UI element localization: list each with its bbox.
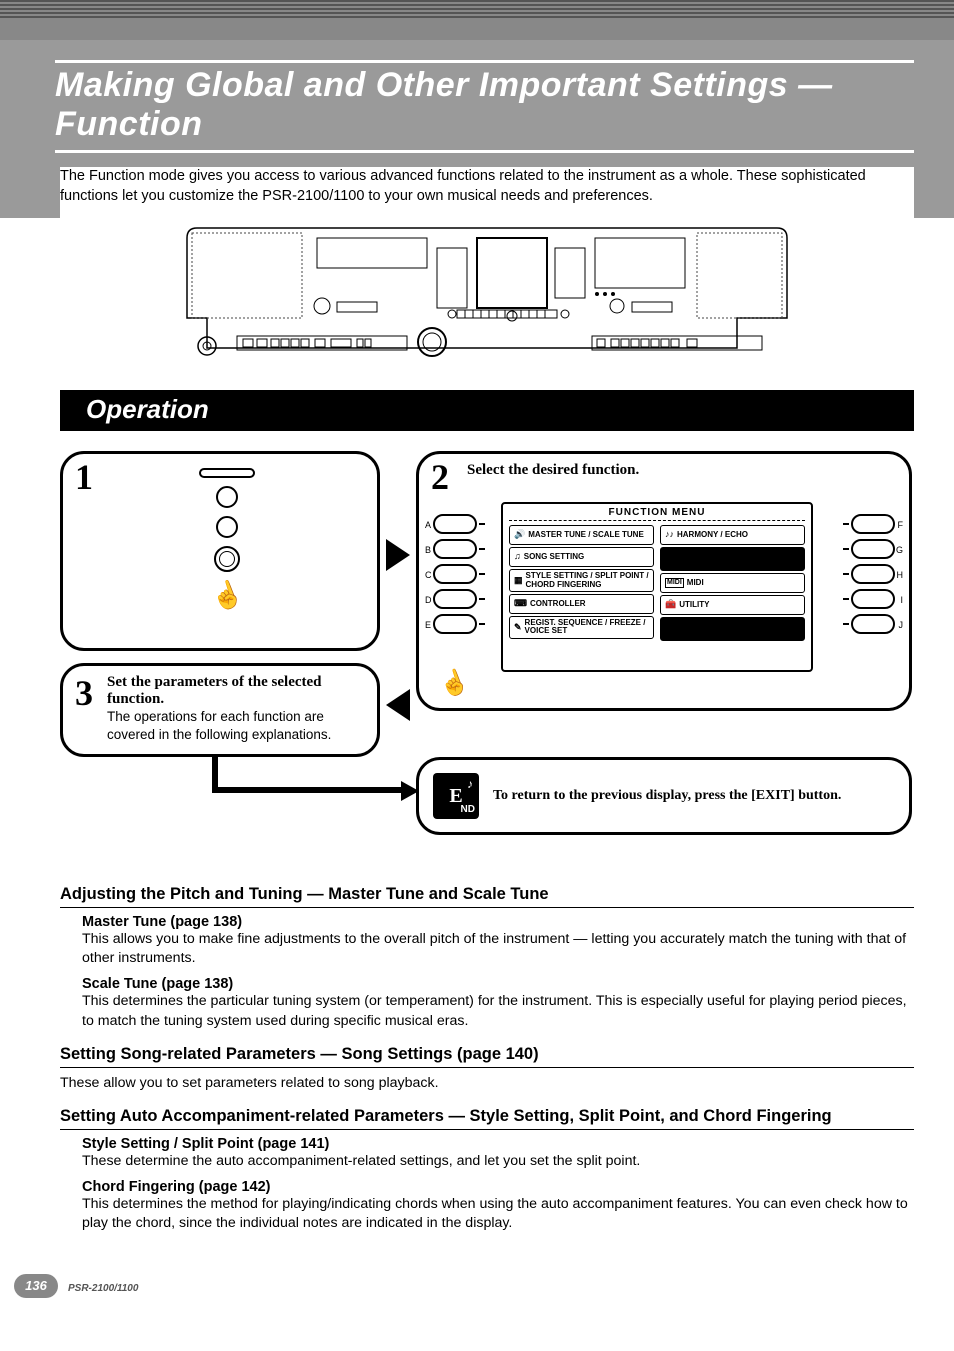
press-finger-icon: ☝ bbox=[206, 576, 247, 616]
section-accomp-heading: Setting Auto Accompaniment-related Param… bbox=[60, 1107, 914, 1130]
step-3-body: The operations for each function are cov… bbox=[107, 708, 363, 744]
right-side-buttons: F G H I J bbox=[851, 514, 895, 634]
section-pitch-heading: Adjusting the Pitch and Tuning — Master … bbox=[60, 885, 914, 908]
menu-regist-sequence: ✎REGIST. SEQUENCE / FREEZE / VOICE SET bbox=[509, 616, 654, 639]
menu-controller: ⌨CONTROLLER bbox=[509, 594, 654, 614]
intro-paragraph: The Function mode gives you access to va… bbox=[60, 167, 914, 218]
side-button-d: D bbox=[433, 589, 477, 609]
model-name: PSR-2100/1100 bbox=[68, 1283, 138, 1294]
content-sections: Adjusting the Pitch and Tuning — Master … bbox=[60, 885, 914, 1233]
subsection-style-body: These determine the auto accompaniment-r… bbox=[82, 1152, 914, 1171]
side-button-j: J bbox=[851, 614, 895, 634]
menu-utility: 🧰UTILITY bbox=[660, 595, 805, 615]
header-stripes bbox=[0, 0, 954, 40]
function-button-icon bbox=[214, 546, 240, 572]
menu-style-setting: ▦STYLE SETTING / SPLIT POINT / CHORD FIN… bbox=[509, 569, 654, 592]
subsection-scale-tune-heading: Scale Tune (page 138) bbox=[82, 976, 914, 992]
menu-master-tune: 🔊MASTER TUNE / SCALE TUNE bbox=[509, 525, 654, 545]
side-button-e: E bbox=[433, 614, 477, 634]
section-song-body: These allow you to set parameters relate… bbox=[60, 1074, 914, 1093]
end-text: To return to the previous display, press… bbox=[493, 787, 841, 805]
page-number: 136 bbox=[14, 1274, 58, 1298]
end-box: E ♪ ND To return to the previous display… bbox=[416, 757, 912, 835]
step-3-box: 3 Set the parameters of the selected fun… bbox=[60, 663, 380, 757]
operation-flow: 1 ☝ 2 Select the desired function. A B C… bbox=[60, 451, 914, 871]
press-finger-icon: ☝ bbox=[435, 665, 473, 702]
menu-empty bbox=[660, 617, 805, 641]
screen-title: FUNCTION MENU bbox=[509, 504, 805, 521]
step-3-title: Set the parameters of the selected funct… bbox=[107, 674, 363, 708]
subsection-master-tune-body: This allows you to make fine adjustments… bbox=[82, 930, 914, 968]
page-title: Making Global and Other Important Settin… bbox=[55, 60, 914, 153]
panel-button-circle-icon bbox=[216, 486, 238, 508]
subsection-chord-body: This determines the method for playing/i… bbox=[82, 1195, 914, 1233]
side-button-c: C bbox=[433, 564, 477, 584]
step-2-box: 2 Select the desired function. A B C D E… bbox=[416, 451, 912, 711]
subsection-master-tune-heading: Master Tune (page 138) bbox=[82, 914, 914, 930]
menu-midi: MIDIMIDI bbox=[660, 573, 805, 593]
arrow-right-icon bbox=[386, 539, 410, 571]
menu-harmony-echo: ♪♪HARMONY / ECHO bbox=[660, 525, 805, 545]
menu-empty bbox=[660, 547, 805, 571]
side-button-f: F bbox=[851, 514, 895, 534]
title-band: Making Global and Other Important Settin… bbox=[0, 40, 954, 218]
side-button-g: G bbox=[851, 539, 895, 559]
step-2-title: Select the desired function. bbox=[467, 462, 895, 479]
side-button-i: I bbox=[851, 589, 895, 609]
panel-button-circle-icon bbox=[216, 516, 238, 538]
panel-button-rect-icon bbox=[199, 468, 255, 478]
step-1-box: 1 ☝ bbox=[60, 451, 380, 651]
arrow-left-icon bbox=[386, 689, 410, 721]
subsection-chord-heading: Chord Fingering (page 142) bbox=[82, 1179, 914, 1195]
side-button-a: A bbox=[433, 514, 477, 534]
left-side-buttons: A B C D E bbox=[433, 514, 477, 634]
subsection-style-heading: Style Setting / Split Point (page 141) bbox=[82, 1136, 914, 1152]
step-3-number: 3 bbox=[75, 672, 93, 714]
side-button-b: B bbox=[433, 539, 477, 559]
end-icon: E ♪ ND bbox=[433, 773, 479, 819]
flow-connector bbox=[212, 787, 407, 793]
menu-song-setting: ♫SONG SETTING bbox=[509, 547, 654, 567]
step-1-number: 1 bbox=[75, 456, 93, 498]
section-song-heading: Setting Song-related Parameters — Song S… bbox=[60, 1045, 914, 1068]
function-menu-screen: FUNCTION MENU 🔊MASTER TUNE / SCALE TUNE … bbox=[501, 502, 813, 672]
footer: 136 PSR-2100/1100 bbox=[0, 1254, 954, 1304]
step-2-number: 2 bbox=[431, 456, 449, 498]
operation-heading: Operation bbox=[60, 390, 914, 431]
subsection-scale-tune-body: This determines the particular tuning sy… bbox=[82, 992, 914, 1030]
instrument-diagram bbox=[60, 218, 914, 378]
side-button-h: H bbox=[851, 564, 895, 584]
